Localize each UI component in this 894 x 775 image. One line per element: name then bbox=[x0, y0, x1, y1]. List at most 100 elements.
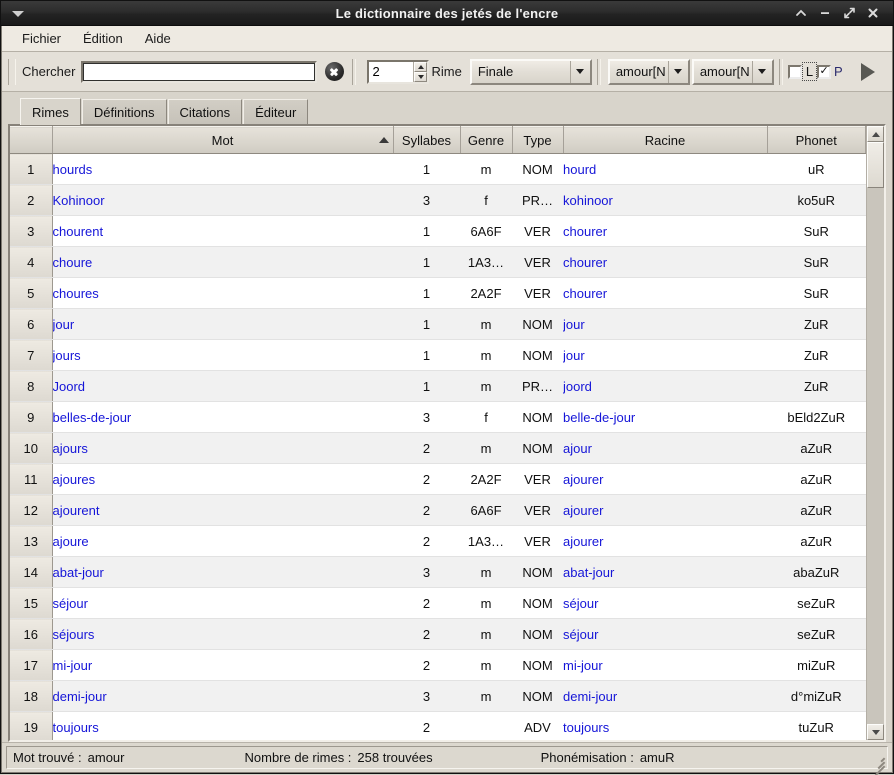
table-row[interactable]: 13 ajoure 2 1A3… VER ajourer aZuR bbox=[10, 525, 866, 557]
mot-cell[interactable]: Kohinoor bbox=[52, 184, 393, 216]
racine-cell[interactable]: demi-jour bbox=[563, 680, 767, 712]
racine-cell[interactable]: séjour bbox=[563, 618, 767, 650]
racine-cell[interactable]: jour bbox=[563, 339, 767, 371]
racine-cell[interactable]: abat-jour bbox=[563, 556, 767, 588]
tab-citations[interactable]: Citations bbox=[167, 99, 243, 124]
checkbox-l-label[interactable]: L bbox=[801, 62, 818, 81]
column-header-phonet[interactable]: Phonet bbox=[767, 126, 866, 154]
rime-type-dropdown-button[interactable] bbox=[569, 60, 590, 83]
table-row[interactable]: 18 demi-jour 3 m NOM demi-jour d°miZuR bbox=[10, 680, 866, 712]
table-row[interactable]: 3 chourent 1 6A6F VER chourer SuR bbox=[10, 215, 866, 247]
checkbox-l[interactable] bbox=[787, 64, 802, 79]
racine-cell[interactable]: toujours bbox=[563, 711, 767, 740]
racine-cell[interactable]: mi-jour bbox=[563, 649, 767, 681]
table-row[interactable]: 5 choures 1 2A2F VER chourer SuR bbox=[10, 277, 866, 309]
tab-rimes[interactable]: Rimes bbox=[20, 98, 81, 125]
mot-cell[interactable]: demi-jour bbox=[52, 680, 393, 712]
mot-cell[interactable]: Joord bbox=[52, 370, 393, 402]
toolbar-grip[interactable] bbox=[8, 58, 16, 85]
mot-cell[interactable]: séjour bbox=[52, 587, 393, 619]
mot-cell[interactable]: mi-jour bbox=[52, 649, 393, 681]
scroll-down-button[interactable] bbox=[867, 724, 884, 740]
column-header-syllabes[interactable]: Syllabes bbox=[393, 126, 461, 154]
mot-cell[interactable]: ajourent bbox=[52, 494, 393, 526]
table-row[interactable]: 11 ajoures 2 2A2F VER ajourer aZuR bbox=[10, 463, 866, 495]
table-row[interactable]: 12 ajourent 2 6A6F VER ajourer aZuR bbox=[10, 494, 866, 526]
scrollbar-track[interactable] bbox=[867, 142, 884, 724]
table-row[interactable]: 8 Joord 1 m PR… joord ZuR bbox=[10, 370, 866, 402]
run-search-button[interactable] bbox=[853, 58, 883, 86]
racine-cell[interactable]: jour bbox=[563, 308, 767, 340]
stepper-down-button[interactable] bbox=[414, 71, 428, 82]
mot-cell[interactable]: séjours bbox=[52, 618, 393, 650]
column-header-racine[interactable]: Racine bbox=[563, 126, 768, 154]
window-menu-icon[interactable] bbox=[1, 1, 35, 25]
racine-cell[interactable]: chourer bbox=[563, 277, 767, 309]
mot-cell[interactable]: ajours bbox=[52, 432, 393, 464]
mot-cell[interactable]: chourent bbox=[52, 215, 393, 247]
racine-cell[interactable]: ajourer bbox=[563, 463, 767, 495]
tab-definitions[interactable]: Définitions bbox=[81, 99, 167, 124]
table-row[interactable]: 7 jours 1 m NOM jour ZuR bbox=[10, 339, 866, 371]
minimize-button[interactable] bbox=[813, 2, 837, 24]
menu-item-aide[interactable]: Aide bbox=[135, 28, 181, 49]
stepper-up-button[interactable] bbox=[414, 61, 428, 72]
vertical-scrollbar[interactable] bbox=[866, 126, 884, 740]
title-bar[interactable]: Le dictionnaire des jetés de l'encre bbox=[1, 1, 893, 26]
table-row[interactable]: 16 séjours 2 m NOM séjour seZuR bbox=[10, 618, 866, 650]
table-row[interactable]: 1 hourds 1 m NOM hourd uR bbox=[10, 153, 866, 185]
syllable-count-input[interactable] bbox=[369, 61, 414, 82]
table-row[interactable]: 14 abat-jour 3 m NOM abat-jour abaZuR bbox=[10, 556, 866, 588]
mot-cell[interactable]: jour bbox=[52, 308, 393, 340]
mot-cell[interactable]: jours bbox=[52, 339, 393, 371]
mot-cell[interactable]: toujours bbox=[52, 711, 393, 740]
rime-type-select[interactable]: Finale bbox=[469, 58, 592, 85]
table-row[interactable]: 4 choure 1 1A3… VER chourer SuR bbox=[10, 246, 866, 278]
racine-cell[interactable]: ajour bbox=[563, 432, 767, 464]
mot-cell[interactable]: choure bbox=[52, 246, 393, 278]
racine-cell[interactable]: chourer bbox=[563, 215, 767, 247]
menu-item-edition[interactable]: Édition bbox=[73, 28, 133, 49]
racine-cell[interactable]: hourd bbox=[563, 153, 767, 185]
checkbox-p[interactable]: ✓ bbox=[817, 64, 832, 79]
racine-cell[interactable]: joord bbox=[563, 370, 767, 402]
checkbox-p-label[interactable]: P bbox=[831, 64, 847, 79]
racine-cell[interactable]: ajourer bbox=[563, 494, 767, 526]
word-select-1[interactable]: amour[N bbox=[607, 58, 690, 85]
scrollbar-thumb[interactable] bbox=[867, 142, 884, 188]
racine-cell[interactable]: kohinoor bbox=[563, 184, 767, 216]
table-row[interactable]: 6 jour 1 m NOM jour ZuR bbox=[10, 308, 866, 340]
racine-cell[interactable]: séjour bbox=[563, 587, 767, 619]
racine-cell[interactable]: belle-de-jour bbox=[563, 401, 767, 433]
table-row[interactable]: 15 séjour 2 m NOM séjour seZuR bbox=[10, 587, 866, 619]
table-row[interactable]: 17 mi-jour 2 m NOM mi-jour miZuR bbox=[10, 649, 866, 681]
table-row[interactable]: 10 ajours 2 m NOM ajour aZuR bbox=[10, 432, 866, 464]
mot-cell[interactable]: abat-jour bbox=[52, 556, 393, 588]
column-header-type[interactable]: Type bbox=[512, 126, 564, 154]
resize-grip-icon[interactable] bbox=[871, 752, 885, 775]
table-row[interactable]: 9 belles-de-jour 3 f NOM belle-de-jour bEld2Zu… bbox=[10, 401, 866, 433]
search-input[interactable] bbox=[81, 60, 318, 83]
maximize-button[interactable] bbox=[837, 2, 861, 24]
mot-cell[interactable]: choures bbox=[52, 277, 393, 309]
mot-cell[interactable]: ajoures bbox=[52, 463, 393, 495]
column-header-mot[interactable]: Mot bbox=[52, 126, 394, 154]
syllable-count-stepper[interactable] bbox=[367, 59, 430, 84]
column-header-index[interactable] bbox=[10, 126, 53, 154]
mot-cell[interactable]: ajoure bbox=[52, 525, 393, 557]
table-row[interactable]: 19 toujours 2 ADV toujours tuZuR bbox=[10, 711, 866, 740]
scroll-up-button[interactable] bbox=[867, 126, 884, 142]
word-select-2[interactable]: amour[N bbox=[691, 58, 774, 85]
racine-cell[interactable]: chourer bbox=[563, 246, 767, 278]
shade-button[interactable] bbox=[789, 2, 813, 24]
word-select-2-dropdown-button[interactable] bbox=[751, 60, 772, 83]
word-select-1-dropdown-button[interactable] bbox=[667, 60, 688, 83]
mot-cell[interactable]: hourds bbox=[52, 153, 393, 185]
column-header-genre[interactable]: Genre bbox=[460, 126, 513, 154]
racine-cell[interactable]: ajourer bbox=[563, 525, 767, 557]
clear-search-button[interactable] bbox=[321, 59, 347, 85]
tab-editeur[interactable]: Éditeur bbox=[243, 99, 309, 124]
table-row[interactable]: 2 Kohinoor 3 f PR… kohinoor ko5uR bbox=[10, 184, 866, 216]
menu-item-fichier[interactable]: Fichier bbox=[12, 28, 71, 49]
mot-cell[interactable]: belles-de-jour bbox=[52, 401, 393, 433]
